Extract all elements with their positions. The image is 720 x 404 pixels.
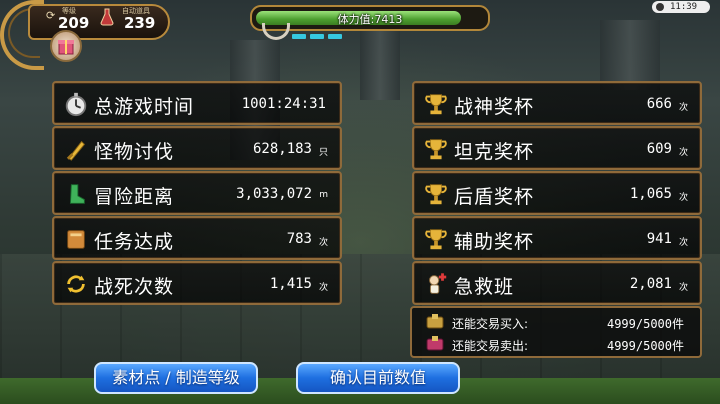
clock-time: 11:39 — [670, 2, 698, 12]
stamina-bar: 体力值:7413 — [250, 5, 490, 45]
trophy-icon — [422, 135, 450, 163]
stat-value: 783 — [286, 231, 312, 247]
stat-label: 后盾奖杯 — [454, 186, 535, 208]
stat-unit: m — [319, 190, 328, 200]
system-clock: 11:39 — [652, 1, 710, 13]
stat-unit: 次 — [318, 283, 328, 293]
trophy-icon — [422, 225, 450, 253]
stat-row-adventure-distance: 冒险距离 3,033,072 m — [52, 171, 342, 215]
trade-buy-icon — [426, 314, 444, 329]
first-aid-icon — [422, 270, 450, 298]
trade-value: 4999/5000件 — [606, 317, 684, 331]
stat-label: 急救班 — [454, 276, 515, 298]
flask-icon — [100, 8, 114, 26]
level-icon: ⟳ — [46, 9, 56, 22]
left-stats-panel: 总游戏时间 1001:24:31 怪物讨伐 628,183 只 冒险距离 3,0… — [52, 81, 342, 306]
stamina-pip — [292, 34, 306, 39]
gift-icon[interactable] — [50, 30, 82, 62]
stat-row-support-trophy: 辅助奖杯 941 次 — [412, 216, 702, 260]
stat-row-backup-trophy: 后盾奖杯 1,065 次 — [412, 171, 702, 215]
player-status-badge: ⟳ 等级 209 自动道具 239 — [0, 0, 180, 70]
stat-label: 战神奖杯 — [454, 96, 535, 118]
stat-value: 628,183 — [252, 141, 312, 157]
trophy-icon — [422, 180, 450, 208]
auto-item-count: 239 — [124, 14, 156, 32]
stat-label: 坦克奖杯 — [454, 141, 535, 163]
stat-unit: 只 — [318, 148, 328, 158]
book-icon — [62, 225, 90, 253]
stat-label: 怪物讨伐 — [94, 141, 175, 163]
stat-value: 941 — [646, 231, 672, 247]
stamina-pip — [310, 34, 324, 39]
stat-unit: 次 — [678, 148, 688, 158]
trade-sell-row: 还能交易卖出: 4999/5000件 — [422, 333, 690, 355]
trade-label: 还能交易买入: — [452, 317, 529, 331]
stat-label: 战死次数 — [94, 276, 175, 298]
stat-unit: 次 — [318, 238, 328, 248]
stat-value: 2,081 — [629, 276, 672, 292]
stamina-pips — [292, 34, 342, 39]
revive-icon — [62, 270, 90, 298]
stat-value: 3,033,072 — [236, 186, 312, 202]
scene-pillar — [600, 20, 660, 90]
stat-row-monster-kills: 怪物讨伐 628,183 只 — [52, 126, 342, 170]
stat-unit: 次 — [678, 103, 688, 113]
stat-row-first-aid: 急救班 2,081 次 — [412, 261, 702, 305]
stamina-knob-icon — [262, 23, 290, 40]
clock-icon — [656, 3, 664, 11]
stat-row-quests-completed: 任务达成 783 次 — [52, 216, 342, 260]
sword-icon — [62, 135, 90, 163]
right-stats-panel: 战神奖杯 666 次 坦克奖杯 609 次 后盾奖杯 1,065 次 辅助奖杯 … — [412, 81, 702, 306]
trade-buy-row: 还能交易买入: 4999/5000件 — [422, 311, 690, 333]
stat-value: 1,065 — [629, 186, 672, 202]
stat-row-total-time: 总游戏时间 1001:24:31 — [52, 81, 342, 125]
stamina-pip — [328, 34, 342, 39]
stat-label: 任务达成 — [94, 231, 175, 253]
stat-unit: 次 — [678, 193, 688, 203]
stat-unit: 次 — [678, 283, 688, 293]
confirm-values-button[interactable]: 确认目前数值 — [296, 362, 460, 394]
trophy-icon — [422, 90, 450, 118]
stat-unit: 次 — [678, 238, 688, 248]
stat-value: 1,415 — [269, 276, 312, 292]
boots-icon — [62, 180, 90, 208]
stat-label: 辅助奖杯 — [454, 231, 535, 253]
stopwatch-icon — [62, 90, 90, 118]
stat-row-tank-trophy: 坦克奖杯 609 次 — [412, 126, 702, 170]
stat-value: 1001:24:31 — [241, 96, 326, 112]
stat-value: 609 — [646, 141, 672, 157]
trade-value: 4999/5000件 — [606, 339, 684, 353]
trade-limits-panel: 还能交易买入: 4999/5000件 还能交易卖出: 4999/5000件 — [410, 306, 702, 358]
stat-row-deaths: 战死次数 1,415 次 — [52, 261, 342, 305]
trade-sell-icon — [426, 336, 444, 351]
stat-label: 总游戏时间 — [94, 96, 195, 118]
material-level-button[interactable]: 素材点 / 制造等级 — [94, 362, 258, 394]
stat-label: 冒险距离 — [94, 186, 175, 208]
trade-label: 还能交易卖出: — [452, 339, 529, 353]
stat-row-war-god-trophy: 战神奖杯 666 次 — [412, 81, 702, 125]
stat-value: 666 — [646, 96, 672, 112]
